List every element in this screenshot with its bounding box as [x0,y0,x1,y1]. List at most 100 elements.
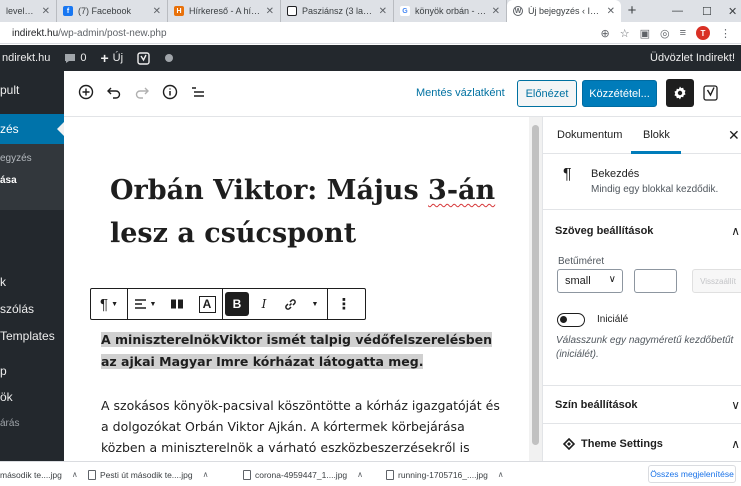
save-draft-button[interactable]: Mentés vázlatként [416,87,505,99]
more-formats-button[interactable]: ▼ [303,289,327,319]
more-options-button[interactable]: ⋮ [328,289,360,319]
download-item[interactable]: corona-4959447_1....jpg ∧ [243,462,363,486]
color-settings-toggle[interactable]: Szín beállítások ∨ [543,386,741,424]
editor-header: Mentés vázlatként Előnézet Közzététel... [64,71,741,117]
browser-tab-google[interactable]: G könyök orbán - Goog ✕ [394,0,507,22]
post-title-field[interactable]: Orbán Viktor: Május 3-án lesz a csúcspon… [110,169,510,255]
close-icon[interactable]: ✕ [266,6,274,17]
content-info-button[interactable] [161,83,179,101]
yoast-icon [137,51,150,65]
sidebar-item-comments[interactable]: szólás [0,302,64,316]
tab-title: könyök orbán - Goog [415,6,488,16]
caret-up-icon[interactable]: ∧ [203,470,209,479]
selected-paragraph-block[interactable]: A miniszterelnökViktor ismét talpig védő… [101,329,501,373]
caret-up-icon[interactable]: ∧ [72,470,78,479]
yoast-seo-button[interactable] [701,83,721,103]
zoom-icon[interactable]: ⊕ [600,27,609,40]
menu-icon[interactable]: ⋮ [720,27,731,40]
yoast-admin-link[interactable] [137,51,150,65]
browser-toolbar-icons: ⊕ ☆ ▣ ◎ ≡ T ⋮ [600,22,741,44]
close-settings-button[interactable]: ✕ [728,127,740,144]
browser-tab-wp-new-post[interactable]: W Új bejegyzés ‹ Indire ✕ [507,0,621,22]
settings-toggle-button[interactable] [666,79,694,107]
minimize-icon[interactable]: — [672,0,683,22]
block-navigation-button[interactable] [189,83,207,101]
sidebar-item-templates[interactable]: Templates [0,329,64,343]
sidebar-item-appearance[interactable]: p [0,364,64,378]
publish-button[interactable]: Közzététel... [582,80,657,107]
preview-button[interactable]: Előnézet [517,80,577,107]
undo-button[interactable] [105,83,123,101]
custom-font-size-input[interactable] [634,269,677,293]
extension-2-icon[interactable]: ◎ [660,27,670,40]
text-color-button[interactable]: A [192,289,222,319]
sidebar-item-plugins[interactable]: ök [0,390,64,404]
extension-icon[interactable]: ▣ [640,27,650,40]
close-icon[interactable]: ✕ [607,6,615,17]
align-left-icon [134,299,146,309]
sidebar-subitem-new-post[interactable]: ása [0,175,64,186]
close-icon[interactable]: ✕ [379,6,387,17]
download-item[interactable]: második te....jpg ∧ [0,462,78,486]
file-icon [243,469,251,480]
greeting[interactable]: Üdvözlet Indirekt! [650,52,735,64]
sidebar-item-label: zés [0,122,19,136]
add-block-button[interactable] [77,83,95,101]
font-size-select[interactable]: small ∨ [557,269,623,293]
tab-title: levelek (64 [6,6,38,16]
comment-icon [65,53,76,63]
bookmark-star-icon[interactable]: ☆ [620,27,630,40]
scrollbar-thumb[interactable] [532,125,539,445]
download-item[interactable]: Pesti út második te....jpg ∧ [88,462,208,486]
link-button[interactable] [277,289,303,319]
bold-button[interactable]: B [225,292,249,316]
url-field[interactable]: indirekt.hu/wp-admin/post-new.php [12,25,612,41]
sidebar-item-posts[interactable]: zés [0,114,64,144]
tab-block[interactable]: Blokk [643,129,670,141]
caret-up-icon[interactable]: ∧ [357,470,363,479]
browser-tab-facebook[interactable]: f (7) Facebook ✕ [57,0,168,22]
font-size-reset-button[interactable]: Visszaállít [692,269,741,293]
redo-button[interactable] [133,83,151,101]
paragraph-block[interactable]: A szokásos könyök-pacsival köszöntötte a… [101,395,511,461]
text-settings-toggle[interactable]: Szöveg beállítások ∧ [543,212,741,250]
comments-link[interactable]: 0 [64,52,86,64]
vertical-ellipsis-icon: ⋮ [336,296,352,313]
drop-cap-toggle[interactable] [557,313,585,327]
reading-list-icon[interactable]: ≡ [680,27,686,39]
close-icon[interactable]: ✕ [153,6,161,17]
tab-title: Hírkereső - A hírek i [189,6,262,16]
new-tab-button[interactable]: + [621,0,643,22]
maximize-icon[interactable]: ☐ [702,0,712,22]
theme-settings-toggle[interactable]: Theme Settings ∧ [543,425,741,461]
new-content-link[interactable]: + Új [100,50,123,66]
show-all-downloads-button[interactable]: Összes megjelenítése [648,465,736,483]
sidebar-item-users[interactable]: árás [0,418,64,429]
block-type-switcher[interactable]: ¶ ▼ [91,289,127,319]
italic-button[interactable]: I [251,289,277,319]
download-item[interactable]: running-1705716_....jpg ∧ [386,462,504,486]
browser-tab-pasziansz[interactable]: Pasziánsz (3 lap) - Pa ✕ [281,0,394,22]
hirkereso-icon: H [174,6,184,16]
drop-cap-label: Iniciálé [597,314,629,325]
columns-button[interactable] [162,289,192,319]
close-icon[interactable]: ✕ [42,6,50,17]
paragraph-icon: ¶ [100,295,109,313]
site-name-link[interactable]: ndirekt.hu [0,52,50,64]
profile-avatar[interactable]: T [696,26,710,40]
close-icon[interactable]: ✕ [492,6,500,17]
sidebar-item-media[interactable]: k [0,275,64,289]
sidebar-subitem-all-posts[interactable]: egyzés [0,153,64,164]
align-button[interactable]: ▼ [128,289,162,319]
paragraph-icon: ¶ [563,166,572,183]
sidebar-item-dashboard[interactable]: pult [0,83,64,103]
tab-document[interactable]: Dokumentum [557,129,622,141]
editor-scrollbar[interactable] [529,117,542,461]
window-close-icon[interactable]: ✕ [728,0,737,22]
section-title: Szöveg beállítások [555,225,654,237]
browser-tab-gmail[interactable]: levelek (64 ✕ [0,0,57,22]
block-card-description: Mindig egy blokkal kezdődik. [591,184,719,195]
caret-up-icon[interactable]: ∧ [498,470,504,479]
chevron-up-icon: ∧ [731,224,740,238]
browser-tab-hirkereso[interactable]: H Hírkereső - A hírek i ✕ [168,0,281,22]
